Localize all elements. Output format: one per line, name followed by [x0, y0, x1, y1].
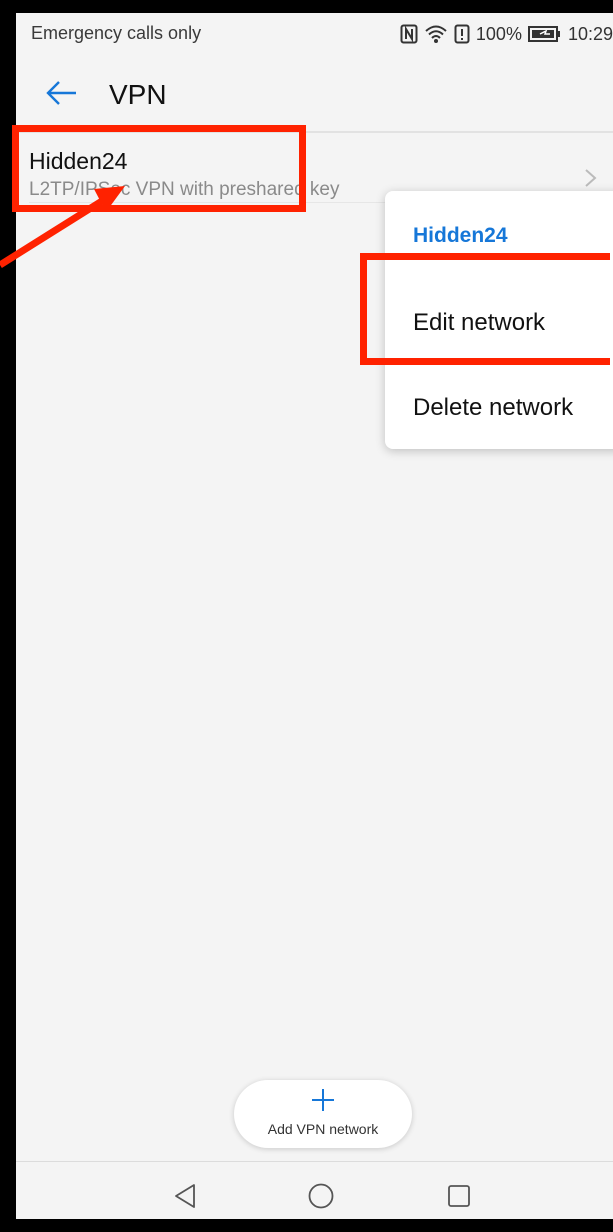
add-vpn-network-button[interactable]: Add VPN network — [234, 1080, 412, 1148]
home-circle-icon[interactable] — [306, 1181, 336, 1211]
battery-percent: 100% — [475, 23, 522, 44]
alert-icon — [454, 24, 470, 44]
status-bar: Emergency calls only 100% 10:29 — [16, 13, 613, 57]
chevron-right-icon — [585, 169, 597, 187]
battery-icon — [527, 26, 560, 42]
navigation-bar — [16, 1162, 613, 1219]
delete-network-menu-item[interactable]: Delete network — [413, 394, 573, 422]
clock: 10:29 — [567, 23, 613, 44]
recents-square-icon[interactable] — [444, 1181, 474, 1211]
app-header: VPN — [16, 57, 613, 131]
highlight-box-vpn-item — [12, 125, 306, 212]
status-icons: 100% 10:29 — [400, 21, 613, 47]
context-menu-title: Hidden24 — [413, 224, 508, 247]
plus-icon — [312, 1089, 334, 1111]
back-triangle-icon[interactable] — [170, 1181, 200, 1211]
back-arrow-icon[interactable] — [44, 75, 80, 111]
carrier-status-text: Emergency calls only — [31, 23, 202, 43]
page-title: VPN — [109, 79, 167, 110]
add-vpn-network-label: Add VPN network — [267, 1121, 379, 1137]
nfc-icon — [400, 24, 418, 44]
wifi-icon — [425, 25, 447, 43]
highlight-box-edit-network — [360, 253, 610, 365]
